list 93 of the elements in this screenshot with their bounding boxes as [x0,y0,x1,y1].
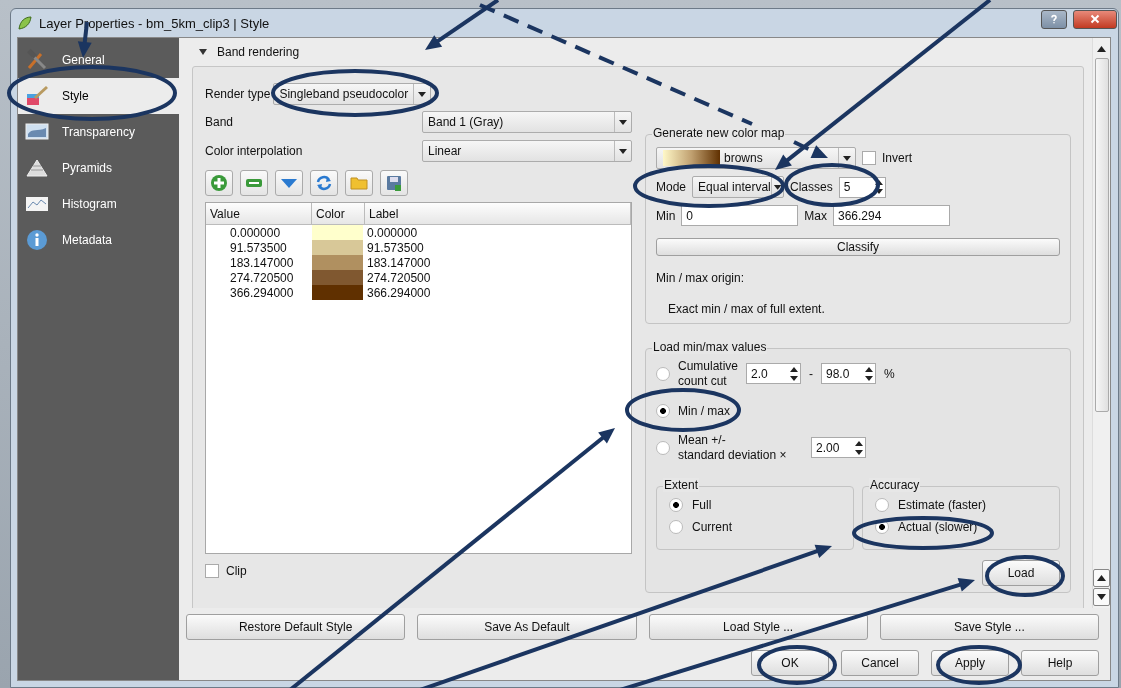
refresh-icon[interactable] [310,170,338,196]
group-title: Accuracy [869,478,921,492]
color-ramp-preview [663,150,720,166]
origin-text: Exact min / max of full extent. [667,302,826,316]
table-cell-text: 366.294000 [229,285,295,300]
info-icon [24,228,50,252]
min-field[interactable]: 0 [681,205,799,226]
checkbox-label: Clip [226,564,247,578]
sidebar-item[interactable]: Pyramids [18,150,179,186]
field-label: Band [205,114,234,129]
radio-label: Min / max [678,403,730,418]
group-title: Extent [663,478,700,492]
checkbox-label: Invert [882,151,912,165]
radio-label: Current [692,520,732,534]
radio-button[interactable] [656,440,670,455]
table-cell-text: 0.000000 [229,225,282,240]
window-title: Layer Properties - bm_5km_clip3 | Style [39,15,270,31]
field-label: Render type [205,87,271,101]
caret-icon[interactable] [770,177,784,197]
column-header[interactable]: Label [365,203,631,224]
radio-button[interactable] [656,366,670,381]
color-swatch[interactable] [312,285,363,300]
field-label: Classes [790,180,833,194]
radio-button[interactable] [669,498,683,512]
save-icon[interactable] [380,170,408,196]
leaf-icon [17,15,33,31]
color-swatch[interactable] [312,255,363,270]
folder-icon[interactable] [345,170,373,196]
field-label: Color interpolation [205,143,303,158]
table-cell-text: 274.720500 [229,270,295,285]
radio-label: Actual (slower) [898,520,978,534]
interpolation-dropdown[interactable]: Linear [422,139,632,162]
sidebar-item[interactable]: Histogram [18,186,179,222]
table-cell-text: 91.573500 [229,240,288,255]
style-button[interactable]: Save As Default [417,614,637,640]
sidebar-item[interactable]: Transparency [18,114,179,150]
color-swatch[interactable] [312,240,363,255]
radio-button[interactable] [669,520,683,534]
radio-button[interactable] [656,403,670,418]
field-label: Min [656,208,676,223]
group-title: Load min/max values [652,340,768,354]
scroll-thumb[interactable] [1094,58,1109,412]
help-icon[interactable] [1041,9,1067,29]
field-label: Mode [656,180,687,194]
radio-button[interactable] [875,498,889,512]
sidebar-item[interactable]: General [18,42,179,78]
column-header[interactable]: Value [206,203,312,224]
dialog-button[interactable]: Help [1021,650,1099,676]
dialog-button[interactable]: Apply [931,650,1009,676]
close-icon[interactable] [1073,9,1117,29]
remove-icon[interactable] [240,170,268,196]
origin-label: Min / max origin: [656,271,746,285]
column-header[interactable]: Color [312,203,365,224]
style-button[interactable]: Load Style ... [648,614,868,640]
scrollbar[interactable] [1092,38,1110,608]
unit-label: % [884,366,895,381]
table-cell-text: 183.147000 [366,255,432,270]
spin-box[interactable]: 98.0 [821,363,876,384]
scroll-down-icon[interactable] [1093,588,1110,606]
spin-box[interactable]: 2.0 [746,363,801,384]
color-swatch[interactable] [312,225,363,240]
mode-dropdown[interactable]: Equal interval [692,176,785,198]
radio-label: Mean +/- standard deviation × [678,432,788,463]
style-button[interactable]: Save Style ... [879,614,1099,640]
table-cell-text: 91.573500 [366,240,425,255]
add-icon[interactable] [205,170,233,196]
table-cell-text: 0.000000 [366,225,419,240]
spin-box[interactable]: 2.00 [811,437,866,458]
band-dropdown[interactable]: Band 1 (Gray) [422,110,632,133]
expanded-triangle-icon[interactable] [198,47,208,57]
style-button[interactable]: Restore Default Style [186,614,406,640]
scroll-up-icon[interactable] [1093,569,1110,587]
max-field[interactable]: 366.294 [833,205,950,226]
table-cell-text: 183.147000 [229,255,295,270]
radio-label: Cumulative count cut [678,358,738,389]
classify-button[interactable]: Classify [656,238,1060,256]
group-title: Generate new color map [652,126,786,140]
table-cell-text: 274.720500 [366,270,432,285]
brush-icon [24,84,50,108]
range-separator: - [809,366,813,381]
render-type-dropdown[interactable]: Singleband pseudocolor [273,83,432,105]
color-swatch[interactable] [312,270,363,285]
spin-arrows-icon[interactable] [872,178,885,196]
invert-checkbox[interactable] [862,151,876,165]
field-label: Max [804,208,827,223]
clip-checkbox[interactable] [205,564,219,578]
radio-label: Estimate (faster) [898,498,987,512]
dialog-button[interactable]: Cancel [841,650,919,676]
table-cell-text: 366.294000 [366,285,432,300]
section-title: Band rendering [217,45,300,59]
sidebar-item[interactable]: Metadata [18,222,179,258]
sidebar-item[interactable]: Style [18,78,180,114]
radio-label: Full [692,498,712,512]
